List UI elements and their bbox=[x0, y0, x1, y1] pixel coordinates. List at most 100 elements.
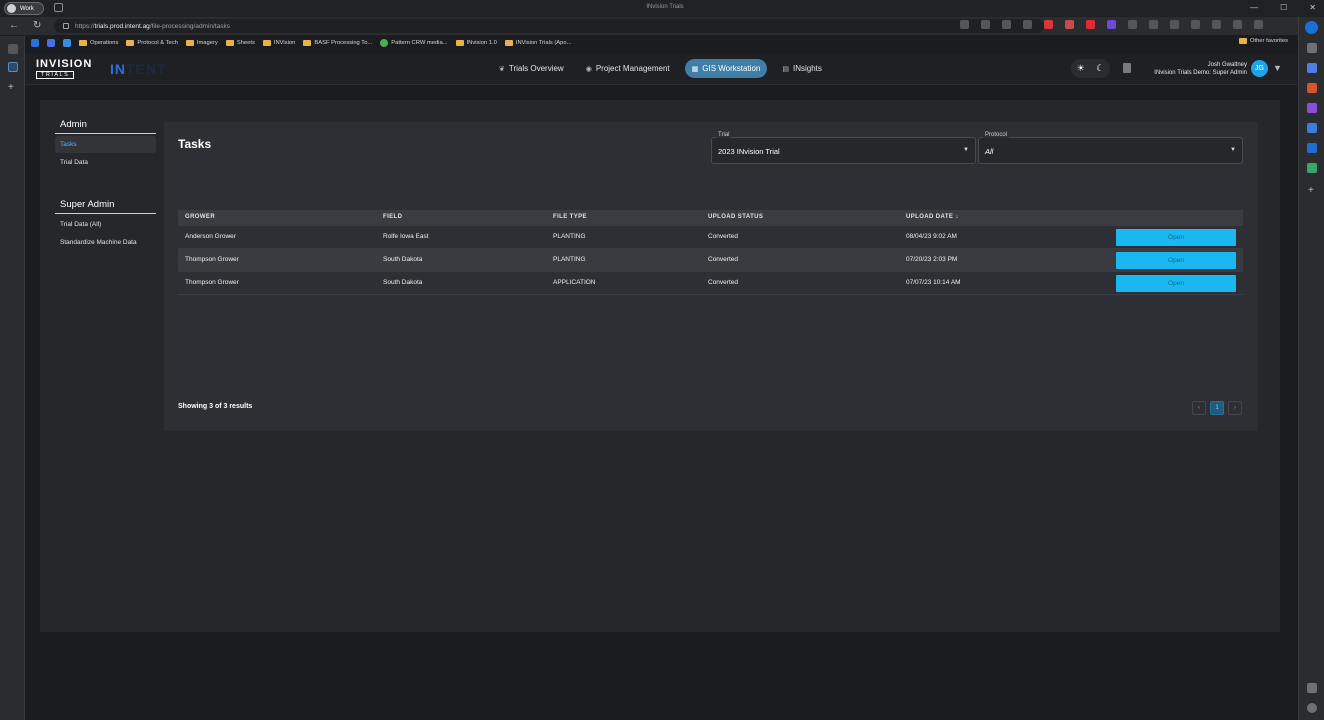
bookmark-sheets[interactable]: Sheets bbox=[225, 40, 255, 46]
folder-icon bbox=[79, 40, 87, 46]
cell-field: South Dakota bbox=[383, 256, 423, 263]
nav-trials-overview[interactable]: ❦ Trials Overview bbox=[492, 59, 571, 78]
sidebar-item-standardize-machine-data[interactable]: Standardize Machine Data bbox=[55, 234, 156, 251]
open-button[interactable]: Open bbox=[1116, 252, 1236, 269]
bookmark-label: Imagery bbox=[196, 40, 218, 46]
shopping-icon[interactable] bbox=[1307, 63, 1317, 73]
nav-project-management[interactable]: ◉ Project Management bbox=[579, 59, 677, 78]
chevron-down-icon[interactable]: ▼ bbox=[1273, 63, 1282, 73]
url-prefix: https:// bbox=[75, 22, 95, 30]
active-tab-icon[interactable] bbox=[8, 62, 18, 72]
sidebar-item-trial-data-all[interactable]: Trial Data (All) bbox=[55, 216, 156, 233]
moon-icon[interactable]: ☾ bbox=[1096, 63, 1104, 74]
back-icon[interactable]: ← bbox=[9, 20, 19, 31]
favorite-star-icon[interactable] bbox=[1023, 20, 1032, 29]
extension-pen-icon[interactable] bbox=[1065, 20, 1074, 29]
column-header-file-type[interactable]: FILE TYPE bbox=[553, 214, 587, 220]
sidebar-item-tasks[interactable]: Tasks bbox=[55, 136, 156, 153]
sidebar-item-trial-data[interactable]: Trial Data bbox=[55, 154, 156, 171]
nav-label: GIS Workstation bbox=[702, 64, 761, 73]
outlook-icon[interactable] bbox=[31, 39, 39, 47]
add-sidebar-app-icon[interactable]: + bbox=[1308, 185, 1314, 196]
column-header-grower[interactable]: GROWER bbox=[185, 214, 215, 220]
other-favorites[interactable]: Other favorites bbox=[1238, 38, 1288, 44]
extensions-puzzle-icon[interactable] bbox=[1128, 20, 1137, 29]
read-aloud-icon[interactable] bbox=[981, 20, 990, 29]
theme-toggle[interactable]: ☀ ☾ bbox=[1071, 59, 1110, 78]
performance-icon[interactable] bbox=[1233, 20, 1242, 29]
zoom-icon[interactable] bbox=[1002, 20, 1011, 29]
new-tab-icon[interactable]: + bbox=[8, 82, 14, 93]
column-header-upload-date[interactable]: UPLOAD DATE ↓ bbox=[906, 214, 959, 220]
bookmark-pattern-crw[interactable]: Pattern CRW media... bbox=[380, 39, 448, 47]
nav-label: INsights bbox=[792, 64, 822, 73]
bookmark-basf[interactable]: BASF Processing To... bbox=[303, 40, 372, 46]
hide-sidebar-icon[interactable] bbox=[1307, 683, 1317, 693]
sidebar-super-admin-title: Super Admin bbox=[60, 199, 115, 210]
split-screen-icon[interactable] bbox=[1149, 20, 1158, 29]
avatar[interactable]: JG bbox=[1251, 60, 1268, 77]
url-path: /file-processing/admin/tasks bbox=[149, 22, 231, 30]
settings-gear-icon[interactable] bbox=[1307, 703, 1317, 713]
cell-upload-status: Converted bbox=[708, 233, 738, 240]
protocol-select-label: Protocol bbox=[983, 132, 1010, 138]
profile-button[interactable]: Work bbox=[4, 2, 44, 15]
extension-shield-icon[interactable] bbox=[1086, 20, 1095, 29]
next-page-button[interactable]: › bbox=[1228, 401, 1242, 415]
open-button[interactable]: Open bbox=[1116, 275, 1236, 292]
extension-red-icon[interactable] bbox=[1044, 20, 1053, 29]
invision-logo[interactable]: INVISION bbox=[36, 58, 92, 70]
bookmark-invision[interactable]: INVision bbox=[262, 40, 296, 46]
close-window-button[interactable]: ✕ bbox=[1309, 3, 1316, 12]
nav-label: Project Management bbox=[595, 64, 670, 73]
key-icon[interactable] bbox=[960, 20, 969, 29]
maximize-button[interactable]: ☐ bbox=[1280, 3, 1287, 12]
bookmark-protocol-tech[interactable]: Protocol & Tech bbox=[126, 40, 178, 46]
copilot-icon[interactable] bbox=[1305, 21, 1318, 34]
open-button[interactable]: Open bbox=[1116, 229, 1236, 246]
sort-arrow-icon: ↓ bbox=[955, 214, 959, 220]
prev-page-button[interactable]: ‹ bbox=[1192, 401, 1206, 415]
column-header-field[interactable]: FIELD bbox=[383, 214, 402, 220]
sun-icon[interactable]: ☀ bbox=[1077, 63, 1085, 74]
outlook-sidebar-icon[interactable] bbox=[1307, 143, 1317, 153]
column-header-upload-status[interactable]: UPLOAD STATUS bbox=[708, 214, 763, 220]
page-title: Tasks bbox=[178, 137, 212, 151]
page-1-button[interactable]: 1 bbox=[1210, 401, 1224, 415]
profile-avatar-icon bbox=[7, 4, 16, 13]
minimize-button[interactable]: — bbox=[1250, 3, 1258, 12]
app-icon[interactable] bbox=[63, 39, 71, 47]
bookmark-operations[interactable]: Operations bbox=[79, 40, 118, 46]
nav-gis-workstation[interactable]: ▦ GIS Workstation bbox=[684, 59, 768, 78]
bookmark-label: INVision bbox=[273, 40, 296, 46]
teams-icon[interactable] bbox=[47, 39, 55, 47]
m365-icon[interactable] bbox=[1307, 123, 1317, 133]
refresh-icon[interactable]: ↻ bbox=[33, 20, 41, 31]
search-icon[interactable] bbox=[1307, 43, 1317, 53]
bookmark-invision-trials[interactable]: INVision Trials (Apo... bbox=[504, 40, 571, 46]
folder-icon bbox=[303, 40, 312, 46]
divider bbox=[55, 133, 156, 134]
protocol-select[interactable]: Protocol All ▼ bbox=[978, 132, 1243, 164]
cell-file-type: PLANTING bbox=[553, 233, 586, 240]
trial-select-value: 2023 INvision Trial bbox=[718, 147, 780, 156]
tab-actions-icon[interactable] bbox=[54, 3, 63, 12]
more-icon[interactable] bbox=[1254, 20, 1263, 29]
cell-file-type: APPLICATION bbox=[553, 279, 596, 286]
bookmark-imagery[interactable]: Imagery bbox=[185, 40, 218, 46]
downloads-icon[interactable] bbox=[1212, 20, 1221, 29]
tools-icon[interactable] bbox=[1307, 83, 1317, 93]
trial-select[interactable]: Trial 2023 INvision Trial ▼ bbox=[711, 132, 976, 164]
favorites-icon[interactable] bbox=[1170, 20, 1179, 29]
bookmark-invision-1[interactable]: INvision 1.0 bbox=[455, 40, 497, 46]
intent-logo-prefix: IN bbox=[110, 61, 126, 77]
extension-purple-icon[interactable] bbox=[1107, 20, 1116, 29]
tab-actions-menu-icon[interactable] bbox=[8, 44, 18, 54]
games-icon[interactable] bbox=[1307, 103, 1317, 113]
nav-insights[interactable]: ▤ INsights bbox=[775, 59, 829, 78]
cell-field: Rolfe Iowa East bbox=[383, 233, 429, 240]
bookmark-label: Protocol & Tech bbox=[137, 40, 178, 46]
drop-icon[interactable] bbox=[1307, 163, 1317, 173]
collections-icon[interactable] bbox=[1191, 20, 1200, 29]
url-input[interactable]: https:// trials.prod.intent.ag /file-pro… bbox=[54, 19, 1044, 33]
